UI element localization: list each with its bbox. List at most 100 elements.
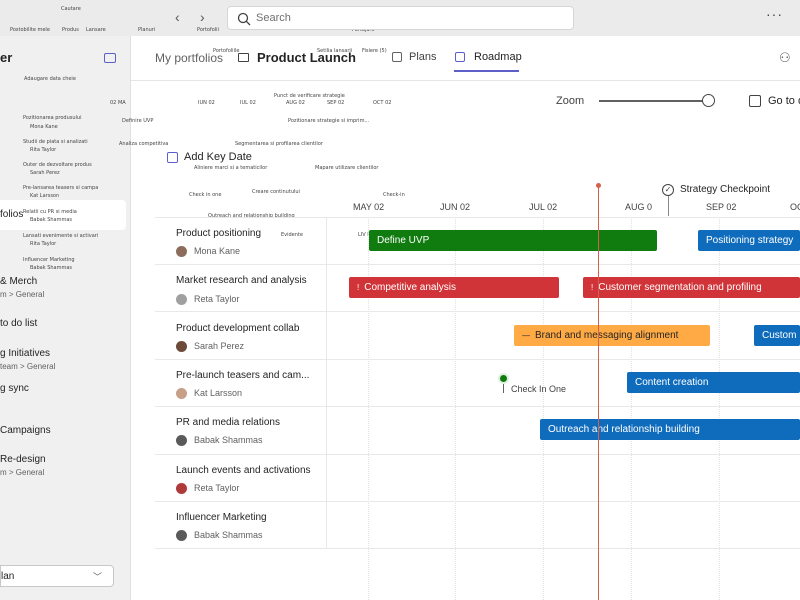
row-label[interactable]: Pre-launch teasers and cam... — [176, 370, 309, 381]
tiny-label: Segmentarea si profilarea clientilor — [235, 141, 323, 147]
sidebar-item-todo[interactable]: to do list — [0, 318, 37, 329]
tiny-label: Babak Shammas — [30, 265, 73, 271]
folder-icon — [238, 53, 249, 62]
tiny-label: Check-in — [383, 192, 405, 198]
timeline-bar[interactable]: ! Competitive analysis — [349, 277, 559, 298]
milestone-marker[interactable] — [498, 373, 509, 384]
bar-label: Define UVP — [377, 235, 430, 246]
timeline-bar[interactable]: ! Customer segmentation and profiling — [583, 277, 800, 298]
tiny-label: Mona Kane — [30, 124, 58, 130]
plan-dropdown-value: lan — [1, 571, 15, 582]
row-divider — [155, 548, 800, 549]
row-label[interactable]: Product positioning — [176, 228, 261, 239]
add-key-date-button[interactable]: Add Key Date — [184, 151, 252, 163]
tiny-label: Outreach and relationship building — [208, 213, 295, 219]
tiny-label: Planuri — [138, 27, 156, 33]
dash-icon: — — [522, 331, 530, 340]
sidebar-item-sync[interactable]: g sync — [0, 383, 29, 394]
row-owner: Babak Shammas — [194, 435, 263, 445]
sidebar-item-sub: m > General — [0, 290, 45, 299]
tiny-label: Portofoliile — [213, 48, 240, 54]
calendar-icon — [749, 95, 761, 107]
sidebar-item-redesign[interactable]: Re-design — [0, 454, 46, 465]
checkpoint-icon[interactable]: ✓ — [662, 184, 674, 196]
bar-label: Competitive analysis — [364, 282, 456, 293]
today-line — [598, 186, 599, 600]
row-label[interactable]: Market research and analysis — [176, 275, 307, 286]
timeline-bar[interactable]: Define UVP — [369, 230, 657, 251]
people-icon[interactable]: ⚇ — [779, 50, 791, 66]
tiny-label: OCT 02 — [373, 100, 392, 106]
month-label: SEP 02 — [706, 202, 737, 212]
tiny-label: Analiza competitiva — [119, 141, 169, 147]
tiny-label: Babak Shammas — [30, 217, 73, 223]
avatar — [176, 341, 187, 352]
tiny-label: Aliniere marci si a tematicilor — [194, 165, 268, 171]
warning-icon: ! — [591, 283, 594, 292]
sidebar: er Adaugare data cheie Pozitionarea prod… — [0, 36, 131, 600]
avatar — [176, 388, 187, 399]
row-divider — [155, 501, 800, 502]
timeline-bar[interactable]: — Brand and messaging alignment — [514, 325, 710, 346]
tiny-label: Rita Taylor — [30, 241, 57, 247]
zoom-slider-thumb[interactable] — [702, 94, 715, 107]
forward-arrow-icon[interactable]: › — [200, 9, 205, 25]
row-label[interactable]: Launch events and activations — [176, 465, 311, 476]
timeline-bar[interactable]: Custom — [754, 325, 800, 346]
checkpoint-label[interactable]: Strategy Checkpoint — [680, 184, 770, 195]
search-placeholder: Search — [256, 12, 291, 24]
row-divider — [155, 359, 800, 360]
tiny-label: Influencer Marketing — [23, 257, 75, 263]
plan-dropdown[interactable]: lan ﹀ — [0, 565, 114, 587]
tiny-label: Outer de dezvoltare produs — [23, 162, 92, 168]
roadmap-icon — [455, 52, 465, 62]
sidebar-item-portfolios[interactable]: folios — [0, 209, 23, 220]
sidebar-item-campaigns[interactable]: Campaigns — [0, 425, 51, 436]
tiny-label: Adaugare data cheie — [24, 76, 76, 82]
avatar — [176, 294, 187, 305]
checkpoint-line — [668, 196, 669, 216]
bar-label: Outreach and relationship building — [548, 424, 700, 435]
zoom-slider-track[interactable] — [599, 100, 709, 102]
tiny-label: Relatii cu PR si media — [23, 209, 77, 215]
tiny-label: Creare continutului — [252, 189, 300, 195]
sidebar-title: er — [0, 50, 13, 65]
grid-line — [631, 217, 632, 600]
sidebar-item-sub: m > General — [0, 468, 45, 477]
bar-label: Customer segmentation and profiling — [598, 282, 762, 293]
row-owner: Reta Taylor — [194, 294, 240, 304]
tab-plans[interactable]: Plans — [409, 51, 437, 63]
tiny-label: Pre-lansarea teasers si campa — [23, 185, 99, 191]
timeline-bar[interactable]: Content creation — [627, 372, 800, 393]
timeline-bar[interactable]: Outreach and relationship building — [540, 419, 800, 440]
row-owner: Mona Kane — [194, 246, 241, 256]
sidebar-toggle-icon[interactable] — [104, 53, 116, 63]
more-options-icon[interactable]: ··· — [766, 6, 783, 22]
grid-line — [543, 217, 544, 600]
month-label: OC — [790, 202, 800, 212]
month-label: JUN 02 — [440, 202, 471, 212]
month-label: MAY 02 — [353, 202, 385, 212]
warning-icon: ! — [357, 283, 360, 292]
sidebar-item-sub: team > General — [0, 362, 56, 371]
column-divider — [326, 217, 327, 549]
back-arrow-icon[interactable]: ‹ — [175, 9, 180, 25]
tab-roadmap[interactable]: Roadmap — [474, 51, 522, 63]
go-to-date-button[interactable]: Go to d — [768, 95, 800, 107]
row-label[interactable]: Influencer Marketing — [176, 512, 267, 523]
tiny-label: Pozitionare strategie si imprim... — [288, 118, 370, 124]
row-label[interactable]: PR and media relations — [176, 417, 280, 428]
sidebar-item-merch[interactable]: & Merch — [0, 276, 37, 287]
row-owner: Babak Shammas — [194, 530, 263, 540]
sidebar-item-initiatives[interactable]: g Initiatives — [0, 348, 50, 359]
milestone-label[interactable]: Check In One — [511, 384, 566, 394]
tiny-label: Lansare — [86, 27, 106, 33]
row-owner: Reta Taylor — [194, 483, 240, 493]
tiny-label: Evidente — [281, 232, 303, 238]
row-label[interactable]: Product development collab — [176, 323, 299, 334]
month-label: AUG 0 — [625, 202, 653, 212]
grid-line — [719, 217, 720, 600]
timeline-bar[interactable]: Positioning strategy — [698, 230, 800, 251]
search-box[interactable]: Search — [227, 6, 574, 30]
bar-label: Positioning strategy — [706, 235, 794, 246]
